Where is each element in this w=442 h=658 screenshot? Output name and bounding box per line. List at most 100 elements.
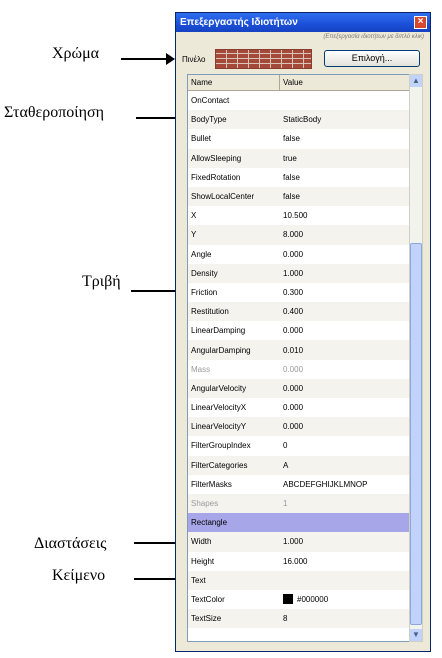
property-name: Text	[191, 575, 206, 585]
property-name: FilterMasks	[191, 479, 232, 489]
property-value[interactable]: #000000	[280, 594, 329, 605]
choose-button[interactable]: Επιλογή...	[324, 50, 420, 67]
property-value[interactable]: 8.000	[280, 230, 303, 239]
property-value[interactable]: ABCDEFGHIJKLMNOP	[280, 480, 367, 489]
property-value[interactable]: 0.000	[280, 403, 303, 412]
property-value[interactable]: false	[280, 192, 300, 201]
property-row-angle[interactable]: Angle 0.000	[188, 245, 409, 264]
edit-hint: (Επεξεργασία ιδιοτήτων με διπλό κλικ)	[323, 34, 424, 40]
property-value-text: A	[283, 460, 289, 470]
property-row-width[interactable]: Width 1.000	[188, 532, 409, 552]
property-value[interactable]: false	[280, 173, 300, 182]
chevron-down-icon[interactable]: ▼	[410, 629, 422, 641]
close-icon[interactable]: ×	[414, 16, 427, 29]
property-row-filtergroupindex[interactable]: FilterGroupIndex 0	[188, 436, 409, 455]
brush-label: Πινέλο	[182, 55, 206, 64]
property-row-showlocalcenter[interactable]: ShowLocalCenter false	[188, 186, 409, 207]
property-value[interactable]: 0.000	[280, 326, 303, 335]
property-value[interactable]: 0.000	[280, 422, 303, 431]
property-name: AngularVelocity	[191, 383, 247, 393]
annotation-dimensions: Διαστάσεις	[34, 535, 107, 552]
grid-header: Name Value	[188, 75, 409, 91]
property-name: FilterGroupIndex	[191, 441, 251, 451]
property-name: Friction	[191, 287, 218, 297]
property-name: Height	[191, 556, 215, 566]
property-value-text: #000000	[297, 594, 329, 604]
property-value[interactable]: 1.000	[280, 269, 303, 278]
property-row-oncontact[interactable]: OnContact	[188, 91, 409, 110]
property-value[interactable]: 0.000	[280, 250, 303, 259]
property-name: Angle	[191, 249, 212, 259]
property-row-bodytype[interactable]: BodyType StaticBody	[188, 110, 409, 130]
property-row-textsize[interactable]: TextSize 8	[188, 609, 409, 629]
property-value-text: 16.000	[283, 556, 308, 566]
column-header-name[interactable]: Name	[188, 75, 280, 90]
property-row-rectangle[interactable]: Rectangle	[188, 513, 409, 533]
property-value[interactable]: 0.000	[280, 365, 303, 374]
property-name: Mass	[191, 364, 211, 374]
property-row-density[interactable]: Density 1.000	[188, 263, 409, 283]
property-value[interactable]: 1	[280, 499, 287, 508]
property-value[interactable]: 0.010	[280, 346, 303, 355]
property-row-linearvelocityx[interactable]: LinearVelocityX 0.000	[188, 398, 409, 417]
property-value[interactable]: 10.500	[280, 211, 307, 220]
property-grid: Name Value OnContact BodyType StaticBody Bu…	[187, 74, 410, 642]
property-value-text: 0.000	[283, 249, 304, 259]
property-row-text[interactable]: Text	[188, 570, 409, 590]
property-value[interactable]: 1.000	[280, 537, 303, 546]
property-row-angularvelocity[interactable]: AngularVelocity 0.000	[188, 378, 409, 398]
property-row-mass[interactable]: Mass 0.000	[188, 360, 409, 379]
property-name: FilterCategories	[191, 460, 248, 470]
property-row-restitution[interactable]: Restitution 0.400	[188, 302, 409, 322]
property-value[interactable]: 0.300	[280, 288, 303, 297]
column-header-value[interactable]: Value	[280, 75, 303, 90]
property-value-text: 10.500	[283, 211, 308, 221]
property-value[interactable]: 0.000	[280, 384, 303, 393]
property-value[interactable]: A	[280, 461, 288, 470]
vertical-scrollbar[interactable]: ▲ ▼	[409, 74, 423, 642]
property-value[interactable]: 0	[280, 441, 287, 450]
property-row-filtermasks[interactable]: FilterMasks ABCDEFGHIJKLMNOP	[188, 475, 409, 494]
property-value-text: 0.010	[283, 345, 304, 355]
property-row-angulardamping[interactable]: AngularDamping 0.010	[188, 340, 409, 360]
property-value[interactable]: 8	[280, 614, 287, 623]
annotation-color: Χρώμα	[52, 45, 100, 62]
property-row-x[interactable]: X 10.500	[188, 206, 409, 225]
property-name: TextColor	[191, 594, 225, 604]
property-name: X	[191, 211, 197, 221]
color-swatch	[283, 594, 293, 605]
property-row-height[interactable]: Height 16.000	[188, 552, 409, 571]
property-value-text: 1.000	[283, 537, 304, 547]
property-row-lineardamping[interactable]: LinearDamping 0.000	[188, 321, 409, 340]
property-row-shapes[interactable]: Shapes 1	[188, 493, 409, 514]
property-row-allowsleeping[interactable]: AllowSleeping true	[188, 148, 409, 168]
property-row-y[interactable]: Y 8.000	[188, 225, 409, 245]
property-name: LinearDamping	[191, 326, 246, 336]
property-value-text: 0.000	[283, 364, 304, 374]
property-value-text: 8	[283, 614, 288, 624]
property-name: Restitution	[191, 307, 229, 317]
property-row-fixedrotation[interactable]: FixedRotation false	[188, 168, 409, 187]
property-name: Y	[191, 230, 197, 240]
property-value-text: 0.000	[283, 326, 304, 336]
grid-rows: OnContact BodyType StaticBody Bullet false Al…	[188, 91, 409, 629]
property-value-text: 0.000	[283, 422, 304, 432]
property-name: AngularDamping	[191, 345, 251, 355]
property-value-text: 1.000	[283, 268, 304, 278]
property-value[interactable]: 16.000	[280, 557, 307, 566]
window-title: Επεξεργαστής Ιδιοτήτων	[180, 17, 298, 28]
property-name: LinearVelocityX	[191, 403, 247, 413]
property-row-linearvelocityy[interactable]: LinearVelocityY 0.000	[188, 417, 409, 437]
property-row-textcolor[interactable]: TextColor #000000	[188, 590, 409, 609]
property-value[interactable]: false	[280, 134, 300, 143]
chevron-up-icon[interactable]: ▲	[410, 75, 422, 87]
property-value[interactable]: 0.400	[280, 307, 303, 316]
scrollbar-thumb[interactable]	[410, 243, 422, 625]
property-row-friction[interactable]: Friction 0.300	[188, 283, 409, 302]
property-value-text: false	[283, 172, 300, 182]
property-value[interactable]: true	[280, 154, 297, 163]
property-row-bullet[interactable]: Bullet false	[188, 129, 409, 148]
property-row-filtercategories[interactable]: FilterCategories A	[188, 455, 409, 475]
property-value[interactable]: StaticBody	[280, 115, 321, 124]
property-value-text: 8.000	[283, 230, 304, 240]
